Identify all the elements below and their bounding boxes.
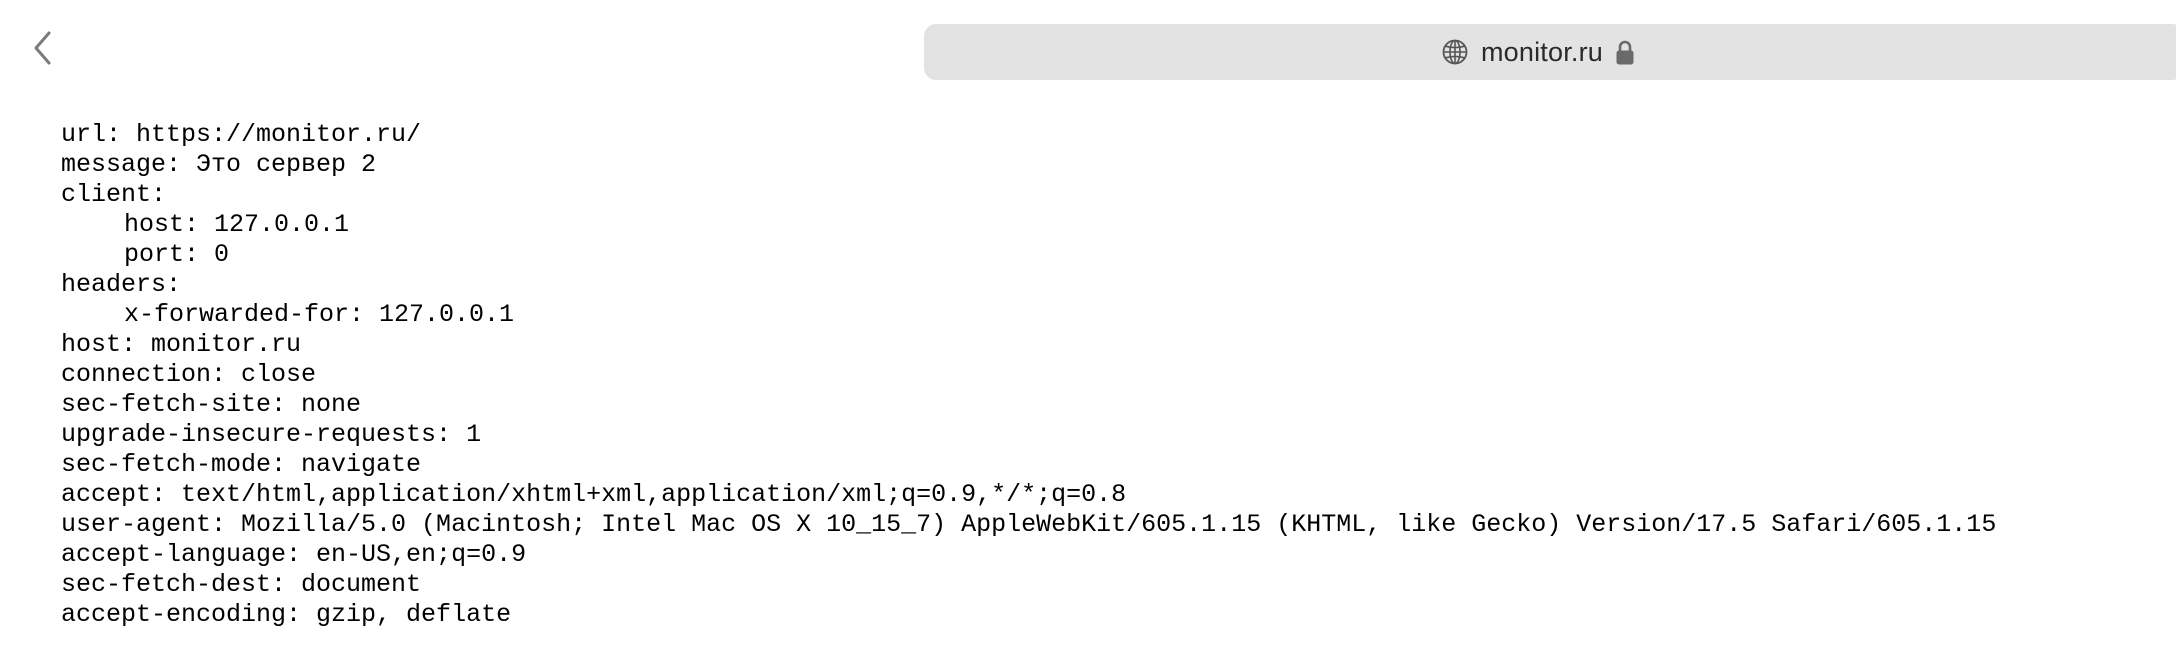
chevron-left-icon <box>31 30 53 71</box>
accept-line: accept: text/html,application/xhtml+xml,… <box>61 480 1127 509</box>
address-url: monitor.ru <box>1480 36 1604 67</box>
address-bar-content: monitor.ru <box>924 24 2152 80</box>
host-line: host: monitor.ru <box>61 330 302 359</box>
connection-line: connection: close <box>61 360 317 389</box>
client-port-line: port: 0 <box>124 240 230 269</box>
client-label: client: <box>61 180 167 209</box>
accept-encoding-line: accept-encoding: gzip, deflate <box>61 600 512 629</box>
user-agent-line: user-agent: Mozilla/5.0 (Macintosh; Inte… <box>61 510 1997 539</box>
lock-icon <box>1615 39 1635 66</box>
globe-icon <box>1441 38 1469 66</box>
headers-label: headers: <box>61 270 182 299</box>
x-forwarded-for-line: x-forwarded-for: 127.0.0.1 <box>124 300 515 329</box>
url-line: url: https://monitor.ru/ <box>61 120 422 149</box>
accept-language-line: accept-language: en-US,en;q=0.9 <box>61 540 527 569</box>
sec-fetch-site-line: sec-fetch-site: none <box>61 390 362 419</box>
upgrade-insecure-requests-line: upgrade-insecure-requests: 1 <box>61 420 482 449</box>
client-host-line: host: 127.0.0.1 <box>124 210 350 239</box>
address-bar[interactable]: monitor.ru <box>924 24 2176 80</box>
response-body: url: https://monitor.ru/ message: Это се… <box>61 120 2161 630</box>
sec-fetch-mode-line: sec-fetch-mode: navigate <box>61 450 422 479</box>
browser-toolbar: monitor.ru <box>0 0 2176 110</box>
back-button[interactable] <box>20 28 64 72</box>
sec-fetch-dest-line: sec-fetch-dest: document <box>61 570 422 599</box>
message-line: message: Это сервер 2 <box>61 150 377 179</box>
